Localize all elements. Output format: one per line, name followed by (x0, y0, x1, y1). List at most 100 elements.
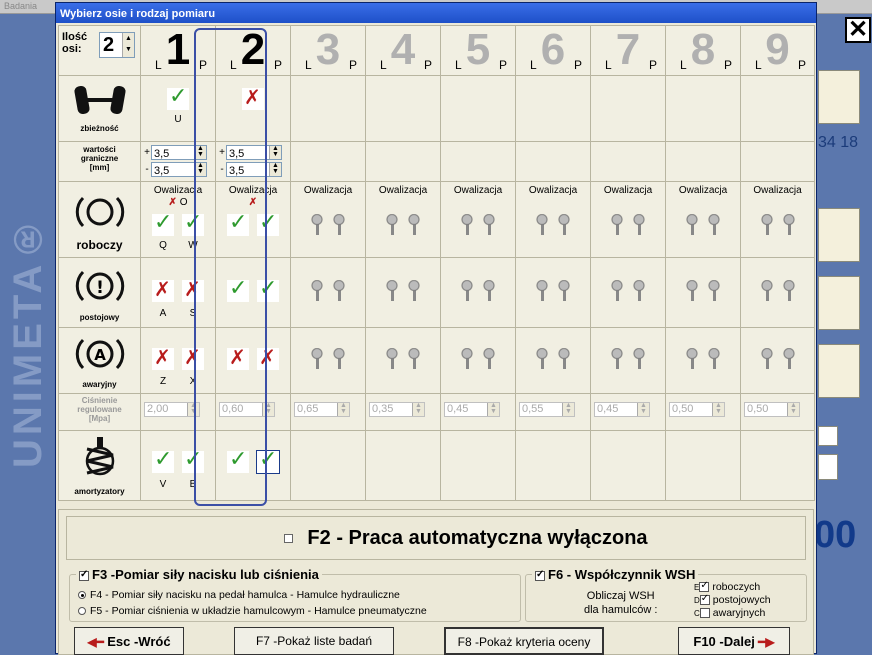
wsh-service-option[interactable]: Eroboczych (694, 580, 771, 594)
check-icon[interactable] (227, 276, 249, 302)
check-icon[interactable] (182, 447, 204, 473)
spin-arrows-icon[interactable]: ▲ ▼ (269, 162, 281, 177)
limit-plus-input[interactable]: 3,5 ▲ ▼ (151, 145, 207, 160)
spin-arrows-icon[interactable]: ▲ ▼ (194, 162, 206, 177)
f2-auto-mode-toggle[interactable]: F2 - Praca automatyczna wyłączona (66, 516, 806, 560)
check-icon[interactable] (227, 210, 249, 236)
wsh-emergency-checkbox[interactable] (699, 608, 710, 619)
plus-sign: + (144, 147, 150, 158)
check-icon[interactable] (257, 276, 279, 302)
limits-cell-2: +3,5 ▲ ▼ -3,5 ▲ ▼ (215, 141, 291, 182)
show-tests-button[interactable]: F7 -Pokaż liste badań (234, 627, 394, 655)
spin-arrows-icon[interactable]: ▲ ▼ (187, 402, 199, 416)
axle-header-8[interactable]: L8P (665, 25, 741, 76)
check-icon[interactable] (257, 210, 279, 236)
spin-arrows-icon[interactable]: ▲ ▼ (562, 402, 574, 416)
cross-icon[interactable]: ✗ (249, 197, 257, 208)
pressure-input[interactable]: 0,35 ▲ ▼ (369, 402, 425, 417)
axle-header-6[interactable]: L6P (515, 25, 591, 76)
pressure-value: 0,45 (447, 403, 469, 415)
limit-minus-input[interactable]: 3,5 ▲ ▼ (226, 162, 282, 178)
pressure-input[interactable]: 0,50 ▲ ▼ (744, 402, 800, 417)
f2-checkbox[interactable] (284, 534, 294, 544)
pressure-input[interactable]: 0,45 ▲ ▼ (444, 402, 500, 417)
minus-sign: - (145, 164, 149, 176)
spin-arrows-icon[interactable]: ▲ ▼ (269, 145, 281, 159)
cross-icon[interactable] (182, 345, 204, 370)
row-label: graniczne (80, 154, 119, 163)
f4-option[interactable]: F4 - Pomiar siły nacisku na pedał hamulc… (78, 589, 400, 601)
cross-icon[interactable] (152, 277, 174, 302)
key-icon (407, 348, 421, 370)
row-parking-brake-header: ! postojowy (58, 257, 141, 328)
ovality-label: Owalizacja (303, 185, 353, 196)
row-label: [mm] (89, 163, 110, 172)
axle-header-2[interactable]: L2P (215, 25, 291, 76)
cross-icon[interactable] (257, 345, 279, 370)
pressure-input[interactable]: 2,00 ▲ ▼ (144, 402, 200, 417)
axle-header-7[interactable]: L7P (590, 25, 666, 76)
cross-icon[interactable] (182, 277, 204, 302)
background-big-number: 00 (814, 514, 857, 556)
f6-checkbox[interactable] (535, 569, 545, 581)
key-icon (385, 280, 399, 302)
spin-arrows-icon[interactable]: ▲ ▼ (337, 402, 349, 416)
pressure-value: 0,35 (372, 403, 394, 415)
f5-radio[interactable] (78, 607, 86, 616)
key-icon (310, 348, 324, 370)
cross-icon[interactable]: ✗ (169, 197, 177, 208)
spin-arrows-icon[interactable]: ▲ ▼ (637, 402, 649, 416)
axle-count-spinner[interactable]: 2 ▲ ▼ (99, 32, 135, 58)
check-icon[interactable] (182, 210, 204, 236)
next-button[interactable]: F10 -Dalej ━▶ (678, 627, 790, 655)
cross-icon[interactable] (152, 345, 174, 370)
cross-icon[interactable] (227, 345, 249, 370)
axle-header-5[interactable]: L5P (440, 25, 516, 76)
spin-arrows-icon[interactable]: ▲ ▼ (487, 402, 499, 416)
wsh-service-checkbox[interactable] (699, 580, 710, 593)
right-label: P (797, 58, 806, 72)
show-criteria-button[interactable]: F8 -Pokaż kryteria oceny (444, 627, 604, 655)
ovality-label: Owalizacja (678, 185, 728, 196)
wsh-parking-checkbox[interactable] (699, 593, 710, 606)
spin-arrows-icon[interactable]: ▲ ▼ (194, 145, 206, 159)
spin-arrows-icon[interactable]: ▲ ▼ (787, 402, 799, 416)
f5-option[interactable]: F5 - Pomiar ciśnienia w układzie hamulco… (78, 605, 427, 617)
key-icon (332, 280, 346, 302)
f6-text: Obliczaj WSH (586, 590, 655, 602)
axle-header-9[interactable]: L9P (740, 25, 815, 76)
right-label: P (423, 58, 432, 72)
spin-arrows-icon[interactable]: ▲ ▼ (122, 33, 134, 57)
back-button[interactable]: ◀━ Esc -Wróć (74, 627, 184, 655)
check-icon[interactable] (256, 447, 280, 474)
check-icon[interactable] (167, 84, 189, 110)
axle-header-3[interactable]: L3P (290, 25, 366, 76)
close-button[interactable]: ✕ (845, 17, 871, 43)
pressure-input[interactable]: 0,45 ▲ ▼ (594, 402, 650, 417)
axle-header-4[interactable]: L4P (365, 25, 441, 76)
check-icon[interactable] (152, 210, 174, 236)
check-icon[interactable] (227, 447, 249, 473)
key-icon (535, 348, 549, 370)
f3-checkbox[interactable] (79, 569, 89, 581)
cross-icon[interactable] (242, 85, 264, 110)
pressure-input[interactable]: 0,55 ▲ ▼ (519, 402, 575, 417)
limit-plus-input[interactable]: 3,5 ▲ ▼ (226, 145, 282, 160)
wsh-emergency-option[interactable]: Cawaryjnych (694, 607, 771, 620)
key-icon (707, 214, 721, 236)
spin-arrows-icon[interactable]: ▲ ▼ (262, 402, 274, 416)
spin-arrows-icon[interactable]: ▲ ▼ (412, 402, 424, 416)
toe-icon (73, 85, 126, 115)
limit-value: 3,5 (154, 165, 170, 178)
axle-header-1[interactable]: L1P (140, 25, 216, 76)
parking-cell-2 (215, 257, 291, 328)
f4-radio[interactable] (78, 591, 86, 600)
wsh-parking-option[interactable]: Dpostojowych (694, 593, 771, 607)
pressure-input[interactable]: 0,60 ▲ ▼ (219, 402, 275, 417)
ovality-label: Owalizacja (228, 185, 278, 196)
spin-arrows-icon[interactable]: ▲ ▼ (712, 402, 724, 416)
pressure-input[interactable]: 0,65 ▲ ▼ (294, 402, 350, 417)
pressure-input[interactable]: 0,50 ▲ ▼ (669, 402, 725, 417)
check-icon[interactable] (152, 447, 174, 473)
limit-minus-input[interactable]: 3,5 ▲ ▼ (151, 162, 207, 178)
